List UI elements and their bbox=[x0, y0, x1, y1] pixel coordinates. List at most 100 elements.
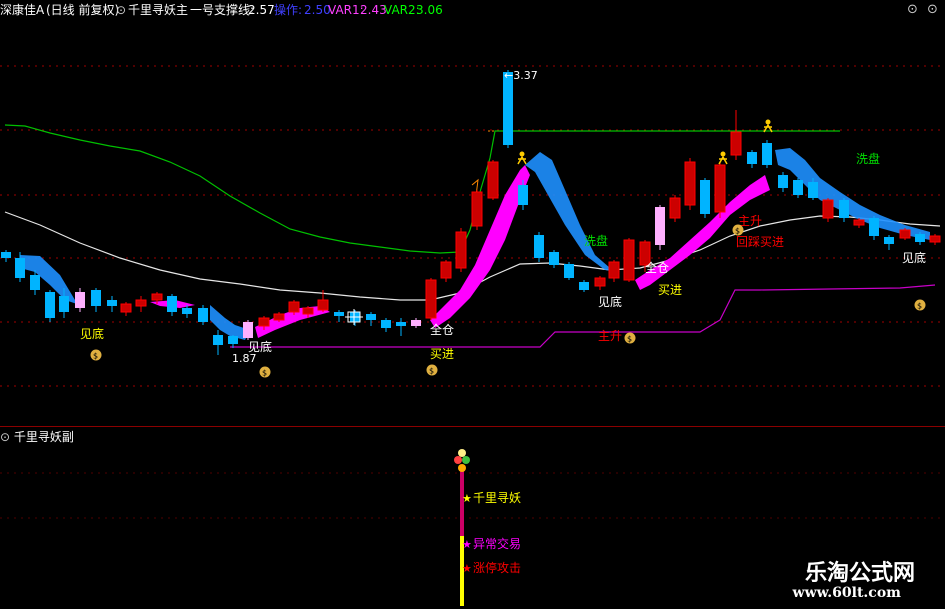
label-mairu-2: 买进 bbox=[658, 283, 682, 297]
candle-up bbox=[151, 293, 163, 301]
label-zhusheng-1: 主升 bbox=[598, 329, 622, 343]
candle-pink bbox=[655, 207, 665, 245]
label-jiandi-1: 见底 bbox=[80, 326, 104, 341]
candle-up bbox=[899, 229, 911, 239]
candle-down bbox=[700, 180, 710, 214]
watermark-name: 乐淘公式网 bbox=[804, 561, 915, 586]
sub-balloon-icon bbox=[454, 456, 462, 464]
money-bag-icon: $ bbox=[732, 224, 744, 236]
label-jiandi-2: 见底 bbox=[248, 339, 272, 354]
candle-down bbox=[869, 218, 879, 236]
candle-up bbox=[258, 317, 270, 327]
candle-pink bbox=[411, 320, 421, 326]
candle-down bbox=[213, 335, 223, 345]
candle-down bbox=[503, 72, 513, 145]
candle-down bbox=[534, 235, 544, 258]
label-huicai: 回踩买进 bbox=[736, 235, 784, 249]
svg-text:$: $ bbox=[429, 367, 434, 376]
money-bag-icon: $ bbox=[259, 366, 271, 378]
candle-down bbox=[884, 237, 894, 244]
magenta-band bbox=[430, 165, 530, 328]
candle-up bbox=[929, 235, 941, 243]
label-xipan-1: 洗盘 bbox=[584, 233, 608, 248]
candle-up bbox=[302, 307, 314, 315]
candle-up bbox=[623, 239, 635, 281]
sub-label-zhangting: 涨停攻击 bbox=[473, 560, 521, 575]
sub-label-yichang: 异常交易 bbox=[473, 536, 521, 551]
candle-down bbox=[381, 320, 391, 328]
candle-down bbox=[549, 252, 559, 265]
svg-text:$: $ bbox=[93, 352, 98, 361]
svg-text:$: $ bbox=[735, 227, 740, 236]
candle-down bbox=[198, 308, 208, 322]
candle-up bbox=[425, 279, 437, 319]
watermark: 乐淘公式网 www.60lt.com bbox=[792, 549, 945, 609]
candle-down bbox=[30, 275, 40, 290]
pane-divider[interactable] bbox=[0, 426, 945, 427]
candle-pink bbox=[75, 292, 85, 308]
sub-indicator-name[interactable]: 千里寻妖副 bbox=[14, 430, 74, 444]
sub-menu-icon[interactable]: ⊙ bbox=[0, 430, 10, 444]
sub-balloon-icon bbox=[458, 449, 466, 457]
sub-star-3: ★ bbox=[462, 562, 472, 575]
candle-up bbox=[120, 303, 132, 313]
candle-down bbox=[59, 296, 69, 312]
candle-up bbox=[288, 301, 300, 313]
candle-up bbox=[440, 261, 452, 279]
candle-down bbox=[793, 180, 803, 195]
money-bag-icon: $ bbox=[624, 332, 636, 344]
candle-up bbox=[714, 164, 726, 213]
candle-up bbox=[669, 197, 681, 219]
candle-down bbox=[808, 182, 818, 198]
sub-star-2: ★ bbox=[462, 538, 472, 551]
candle-up bbox=[471, 191, 483, 227]
candle-up bbox=[684, 161, 696, 206]
svg-text:$: $ bbox=[627, 335, 632, 344]
candle-up bbox=[273, 313, 285, 321]
candle-down bbox=[747, 152, 757, 164]
candle-down bbox=[396, 322, 406, 326]
candle-down bbox=[366, 314, 376, 320]
runner-icon bbox=[517, 151, 527, 165]
candle-down bbox=[107, 300, 117, 306]
candle-down bbox=[334, 312, 344, 316]
candle-down bbox=[579, 282, 589, 290]
watermark-url: www.60lt.com bbox=[792, 585, 901, 601]
candle-up bbox=[730, 131, 742, 156]
candle-down bbox=[15, 258, 25, 278]
candle-up bbox=[853, 219, 865, 226]
money-bag-icon: $ bbox=[914, 299, 926, 311]
candle-pink bbox=[243, 322, 253, 338]
candle-down bbox=[167, 296, 177, 312]
svg-text:$: $ bbox=[262, 369, 267, 378]
candle-down bbox=[762, 143, 772, 165]
candle-down bbox=[839, 200, 849, 218]
candle-down bbox=[564, 264, 574, 278]
candle-down bbox=[915, 234, 925, 242]
money-bag-icon: $ bbox=[426, 364, 438, 376]
svg-text:$: $ bbox=[917, 302, 922, 311]
sub-label-qianli: 千里寻妖 bbox=[473, 491, 521, 505]
high-price-label: ←3.37 bbox=[504, 69, 538, 82]
candle-down bbox=[1, 252, 11, 258]
label-mairu-1: 买进 bbox=[430, 347, 454, 361]
candle-up bbox=[135, 299, 147, 307]
candle-up bbox=[487, 161, 499, 199]
candle-down bbox=[182, 308, 192, 314]
label-quancang-1: 全仓 bbox=[430, 322, 454, 337]
candle-up bbox=[822, 199, 834, 219]
candle-down bbox=[228, 336, 238, 344]
label-jiandi-4: 见底 bbox=[902, 250, 926, 265]
sub-star-1: ★ bbox=[462, 492, 472, 505]
sub-header: ⊙ 千里寻妖副 bbox=[0, 428, 74, 446]
candle-down bbox=[45, 292, 55, 318]
candle-down bbox=[778, 175, 788, 188]
candle-up bbox=[608, 261, 620, 279]
candle-down bbox=[518, 185, 528, 205]
candle-up bbox=[455, 231, 467, 269]
sub-balloon-icon bbox=[462, 456, 470, 464]
money-bag-icon: $ bbox=[90, 349, 102, 361]
label-quancang-2: 全仓 bbox=[645, 260, 669, 275]
chart-canvas[interactable]: ←3.37 1.87 见底 见底 见底 见底 全仓 全仓 买进 买进 洗盘 洗盘… bbox=[0, 0, 945, 609]
candle-down bbox=[91, 290, 101, 306]
